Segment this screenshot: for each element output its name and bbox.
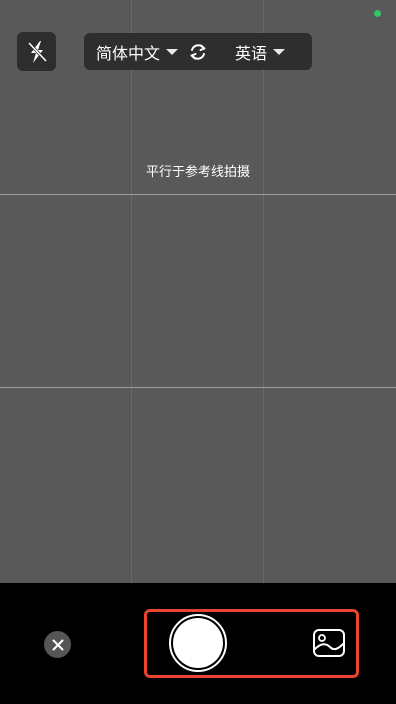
shutter-button[interactable] — [169, 614, 227, 672]
close-icon — [52, 639, 63, 650]
source-language-label: 简体中文 — [96, 43, 161, 63]
status-indicator-dot — [374, 10, 381, 17]
flash-toggle-button[interactable] — [17, 32, 56, 71]
grid-line-vertical — [263, 0, 264, 583]
image-gallery-icon[interactable] — [312, 627, 346, 659]
close-button[interactable] — [44, 631, 71, 658]
flash-off-icon — [27, 40, 47, 63]
camera-viewfinder: 简体中文 英语 平行于参考线拍摄 — [0, 0, 396, 583]
grid-line-vertical — [131, 0, 132, 583]
chevron-down-icon — [166, 48, 179, 55]
swap-languages-icon[interactable] — [188, 42, 208, 62]
grid-line-horizontal — [0, 194, 396, 195]
target-language-label: 英语 — [235, 43, 268, 63]
chevron-down-icon — [273, 48, 286, 55]
camera-control-bar — [0, 583, 396, 704]
source-language-dropdown[interactable]: 简体中文 — [96, 33, 179, 70]
shooting-hint-text: 平行于参考线拍摄 — [145, 165, 250, 180]
language-selector-bar: 简体中文 英语 — [84, 33, 312, 70]
grid-line-horizontal — [0, 387, 396, 388]
shutter-inner-circle — [173, 618, 223, 668]
target-language-dropdown[interactable]: 英语 — [235, 33, 286, 70]
